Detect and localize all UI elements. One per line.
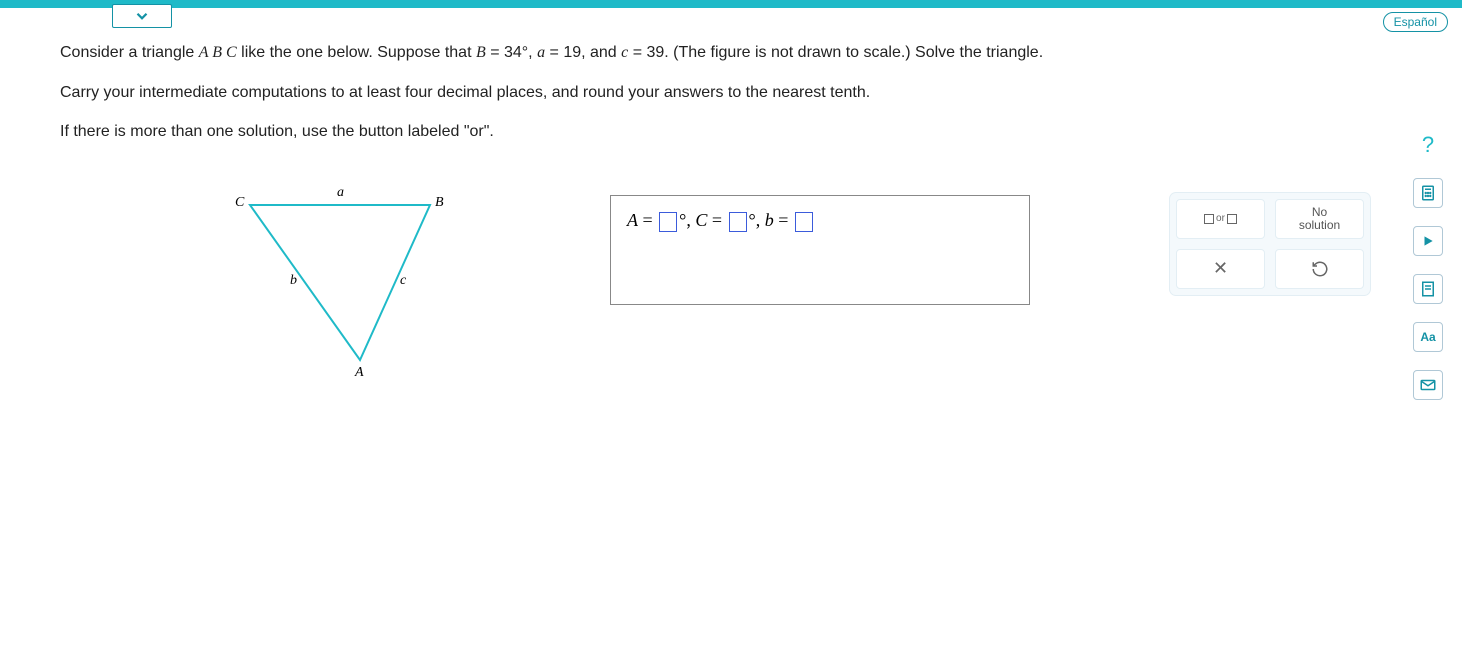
calculator-icon <box>1419 184 1437 202</box>
label-c: C <box>695 210 707 230</box>
notes-icon <box>1419 280 1437 298</box>
reset-icon <box>1311 260 1329 278</box>
text-size-icon: Aa <box>1420 330 1435 344</box>
video-button[interactable] <box>1413 226 1443 256</box>
input-c[interactable] <box>729 212 747 232</box>
text: Consider a triangle <box>60 44 199 61</box>
help-icon: ? <box>1422 132 1434 158</box>
problem-text: Consider a triangle A B C like the one b… <box>60 40 1382 145</box>
text: , <box>686 210 695 230</box>
triangle-figure: C B A a b c <box>230 185 490 395</box>
text: = <box>774 210 793 230</box>
text: = <box>638 210 657 230</box>
text: like the one below. Suppose that <box>237 44 476 61</box>
input-b[interactable] <box>795 212 813 232</box>
help-button[interactable]: ? <box>1413 130 1443 160</box>
vertex-c-label: C <box>235 195 244 211</box>
text-size-button[interactable]: Aa <box>1413 322 1443 352</box>
text: = 34°, <box>486 44 537 61</box>
mail-icon <box>1419 376 1437 394</box>
vertex-a-label: A <box>355 365 364 381</box>
label-a: A <box>627 210 638 230</box>
text: a <box>537 44 545 61</box>
text: (The figure is not drawn to scale.) Solv… <box>673 44 1043 61</box>
message-button[interactable] <box>1413 370 1443 400</box>
close-icon: ✕ <box>1213 258 1228 279</box>
side-c-label: c <box>400 273 406 289</box>
label-b: b <box>765 210 774 230</box>
input-a[interactable] <box>659 212 677 232</box>
side-b-label: b <box>290 273 297 289</box>
language-button[interactable]: Español <box>1383 12 1448 32</box>
top-accent-bar <box>0 0 1462 8</box>
tool-panel: or No solution ✕ <box>1170 193 1370 295</box>
text: = 39. <box>628 44 673 61</box>
or-button[interactable]: or <box>1176 199 1265 239</box>
play-icon <box>1421 234 1435 248</box>
or-icon: or <box>1204 213 1237 224</box>
answer-box: A = °, C = °, b = <box>610 195 1030 305</box>
problem-line-2: Carry your intermediate computations to … <box>60 80 1382 106</box>
clear-button[interactable]: ✕ <box>1176 249 1265 289</box>
work-area: C B A a b c A = °, C = °, b = or No solu… <box>60 185 1382 395</box>
text: , <box>756 210 765 230</box>
text: ° <box>749 210 756 230</box>
text: A B C <box>199 44 237 61</box>
problem-line-1: Consider a triangle A B C like the one b… <box>60 40 1382 66</box>
text: = 19, and <box>545 44 621 61</box>
section-dropdown[interactable] <box>112 4 172 28</box>
text: solution <box>1299 219 1340 232</box>
notes-button[interactable] <box>1413 274 1443 304</box>
reset-button[interactable] <box>1275 249 1364 289</box>
side-a-label: a <box>337 185 344 201</box>
calculator-button[interactable] <box>1413 178 1443 208</box>
chevron-down-icon <box>133 7 151 25</box>
no-solution-button[interactable]: No solution <box>1275 199 1364 239</box>
problem-line-3: If there is more than one solution, use … <box>60 119 1382 145</box>
right-rail: ? Aa <box>1408 130 1448 400</box>
vertex-b-label: B <box>435 195 444 211</box>
text: No <box>1299 206 1340 219</box>
text: B <box>476 44 486 61</box>
text: = <box>707 210 726 230</box>
content-area: Consider a triangle A B C like the one b… <box>60 40 1382 395</box>
